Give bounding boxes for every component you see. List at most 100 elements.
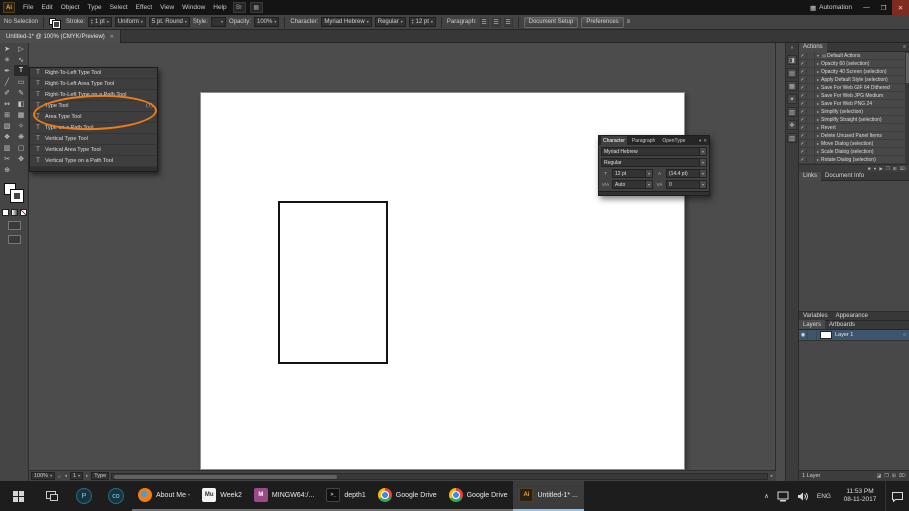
- gradient-tool[interactable]: ▧: [0, 120, 14, 131]
- toggle-check-icon[interactable]: ✓: [799, 85, 807, 91]
- dock-panel-icon-4[interactable]: ✦: [787, 94, 797, 104]
- char-font-family-dropdown[interactable]: Myriad Hebrew ▾: [601, 147, 707, 156]
- tab-paragraph[interactable]: Paragraph: [630, 136, 657, 145]
- dialog-toggle-box[interactable]: [807, 84, 815, 91]
- taskbar-app-chrome-1[interactable]: Google Drive: [372, 481, 443, 511]
- action-center-icon[interactable]: [885, 481, 909, 511]
- menu-file[interactable]: File: [19, 0, 37, 15]
- target-circle-icon[interactable]: ○: [903, 332, 906, 338]
- chevron-down-icon[interactable]: ▾: [645, 170, 652, 177]
- menu-window[interactable]: Window: [178, 0, 209, 15]
- chevron-down-icon[interactable]: ▾: [699, 159, 706, 166]
- font-family-dropdown[interactable]: Myriad Hebrew ▾: [321, 17, 371, 27]
- document-setup-button[interactable]: Document Setup: [524, 17, 579, 28]
- chevron-down-icon[interactable]: ▾: [699, 148, 706, 155]
- stop-icon[interactable]: ■: [868, 166, 871, 171]
- dock-panel-icon-1[interactable]: ◨: [787, 55, 797, 65]
- tab-appearance[interactable]: Appearance: [832, 311, 872, 320]
- dialog-toggle-box[interactable]: [807, 124, 815, 131]
- arrange-documents-icon[interactable]: ▦: [250, 2, 263, 13]
- direct-selection-tool[interactable]: ▷: [14, 43, 28, 54]
- tab-variables[interactable]: Variables: [799, 311, 832, 320]
- dock-panel-icon-7[interactable]: ▥: [787, 133, 797, 143]
- horizontal-scroll-thumb[interactable]: [114, 475, 337, 479]
- app-logo-icon[interactable]: Ai: [3, 2, 15, 13]
- dialog-toggle-box[interactable]: [807, 92, 815, 99]
- taskbar-app-illustrator[interactable]: Ai Untitled-1* ...: [513, 481, 583, 511]
- shape-builder-tool[interactable]: ◧: [14, 98, 28, 109]
- flyout-item-rtl-type[interactable]: T Right-To-Left Type Tool: [30, 68, 157, 79]
- tab-document-info[interactable]: Document Info: [821, 172, 868, 181]
- width-tool[interactable]: ↭: [0, 98, 14, 109]
- action-row[interactable]: ✓▸Revert: [799, 124, 909, 132]
- eyedropper-tool[interactable]: ✧: [14, 120, 28, 131]
- taskbar-app-cmd[interactable]: >_ depth1: [320, 481, 371, 511]
- layer-row[interactable]: ◉ Layer 1 ○: [799, 330, 909, 341]
- chevron-down-icon[interactable]: ▾: [699, 170, 706, 177]
- tab-links[interactable]: Links: [799, 172, 821, 181]
- action-row[interactable]: ✓▸Rotate Dialog (selection): [799, 156, 909, 164]
- flyout-tearoff-strip[interactable]: [30, 167, 157, 171]
- flyout-item-vertical-type[interactable]: T Vertical Type Tool: [30, 134, 157, 145]
- font-size-spinner[interactable]: ▴▾: [412, 19, 414, 25]
- align-right-icon[interactable]: ☰: [504, 18, 513, 27]
- tab-layers[interactable]: Layers: [799, 320, 825, 329]
- stroke-spinner[interactable]: ▴▾: [91, 19, 93, 25]
- font-size-dropdown[interactable]: ▴▾ 12 pt ▾: [409, 17, 436, 27]
- language-indicator[interactable]: ENG: [813, 481, 835, 511]
- menu-help[interactable]: Help: [209, 0, 230, 15]
- none-mode-button[interactable]: [20, 209, 27, 216]
- artboard-tool[interactable]: ▢: [14, 142, 28, 153]
- layer-thumbnail[interactable]: [820, 331, 832, 339]
- drawing-mode-button[interactable]: [8, 221, 21, 230]
- tab-actions[interactable]: Actions: [799, 43, 827, 52]
- mesh-tool[interactable]: ▦: [14, 109, 28, 120]
- action-row[interactable]: ✓▸Scale Dialog (selection): [799, 148, 909, 156]
- artboard-nav-field[interactable]: 1 ▾: [70, 472, 83, 480]
- horizontal-scrollbar[interactable]: [111, 473, 768, 480]
- menu-object[interactable]: Object: [57, 0, 84, 15]
- align-left-icon[interactable]: ☰: [480, 18, 489, 27]
- taskbar-app-firefox[interactable]: About Me -: [132, 481, 196, 511]
- action-row[interactable]: ✓▸Opacity 40 Screen (selection): [799, 68, 909, 76]
- action-row[interactable]: ✓▸Move Dialog (selection): [799, 140, 909, 148]
- toggle-check-icon[interactable]: ✓: [799, 61, 807, 67]
- delete-icon[interactable]: ⌦: [900, 166, 906, 172]
- first-artboard-icon[interactable]: «: [57, 474, 62, 479]
- dialog-toggle-box[interactable]: [807, 76, 815, 83]
- lasso-tool[interactable]: ∿: [14, 54, 28, 65]
- toggle-check-icon[interactable]: ✓: [799, 53, 807, 59]
- dialog-toggle-box[interactable]: [807, 52, 815, 59]
- zoom-field[interactable]: 100% ▾: [31, 472, 55, 480]
- flyout-item-vertical-type-on-path[interactable]: T Vertical Type on a Path Tool: [30, 156, 157, 167]
- menu-select[interactable]: Select: [106, 0, 132, 15]
- flyout-item-type-tool[interactable]: T Type Tool (T): [30, 101, 157, 112]
- toggle-check-icon[interactable]: ✓: [799, 141, 807, 147]
- dock-panel-icon-2[interactable]: ▤: [787, 68, 797, 78]
- layer-name[interactable]: Layer 1: [835, 332, 853, 338]
- dock-panel-icon-6[interactable]: ❖: [787, 120, 797, 130]
- toggle-check-icon[interactable]: ✓: [799, 69, 807, 75]
- toggle-check-icon[interactable]: ✓: [799, 109, 807, 115]
- selection-tool[interactable]: ➤: [0, 43, 14, 54]
- column-graph-tool[interactable]: ▥: [0, 142, 14, 153]
- dialog-toggle-box[interactable]: [807, 68, 815, 75]
- flyout-item-type-on-path[interactable]: T Type on a Path Tool: [30, 123, 157, 134]
- show-hidden-icons-chevron[interactable]: ∧: [760, 481, 773, 511]
- line-segment-tool[interactable]: ╱: [0, 76, 14, 87]
- fill-stroke-widget[interactable]: [4, 183, 24, 203]
- style-dropdown[interactable]: ▾: [211, 17, 226, 27]
- dock-panel-icon-3[interactable]: ▦: [787, 81, 797, 91]
- make-mask-icon[interactable]: ◪: [877, 473, 882, 479]
- screen-mode-button[interactable]: [8, 235, 21, 244]
- opacity-field[interactable]: 100% ▾: [254, 17, 279, 27]
- toggle-check-icon[interactable]: ✓: [799, 125, 807, 131]
- dialog-toggle-box[interactable]: [807, 60, 815, 67]
- close-tab-icon[interactable]: ✕: [110, 34, 114, 40]
- paintbrush-tool[interactable]: ✐: [0, 87, 14, 98]
- flyout-item-area-type-tool[interactable]: T Area Type Tool: [30, 112, 157, 123]
- brush-dropdown[interactable]: 5 pt. Round ▾: [149, 17, 190, 27]
- flyout-item-rtl-area-type[interactable]: T Right-To-Left Area Type Tool: [30, 79, 157, 90]
- scroll-right-icon[interactable]: ▸: [770, 473, 774, 479]
- char-kerning-field[interactable]: Auto ▾: [612, 180, 653, 189]
